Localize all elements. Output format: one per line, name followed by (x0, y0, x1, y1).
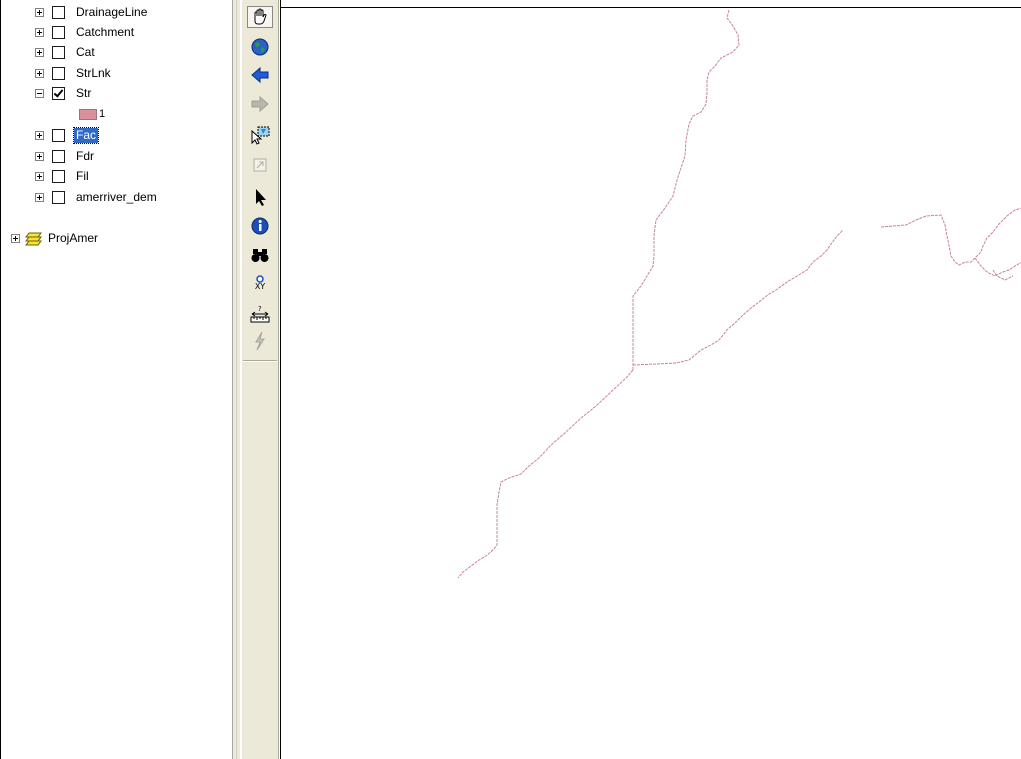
layer-row-drainageline[interactable]: DrainageLine (35, 4, 149, 20)
expand-icon[interactable] (35, 151, 44, 161)
find-icon (251, 249, 269, 262)
select-elements-icon (256, 189, 266, 206)
back-icon (251, 66, 269, 84)
layer-visibility-checkbox[interactable] (52, 66, 65, 80)
layer-label[interactable]: Fil (74, 169, 91, 184)
layer-label[interactable]: Catchment (74, 25, 136, 40)
layer-label[interactable]: Cat (74, 45, 97, 60)
stream-network (457, 9, 1021, 579)
pan-icon (254, 8, 267, 25)
stream-segment (974, 257, 1021, 277)
back-button[interactable] (247, 64, 273, 86)
forward-icon (251, 95, 269, 113)
layer-row-fdr[interactable]: Fdr (35, 148, 96, 164)
identify-button[interactable] (247, 215, 273, 237)
find-button[interactable] (247, 244, 273, 266)
legend-swatch (79, 108, 97, 120)
select-elements-button[interactable] (247, 186, 273, 208)
identify-icon (251, 217, 269, 235)
layer-row-str[interactable]: Str (35, 85, 93, 101)
full-extent-button[interactable] (247, 36, 273, 58)
layer-visibility-checkbox[interactable] (52, 5, 65, 19)
layer-row-fil[interactable]: Fil (35, 168, 91, 184)
stream-segment (632, 229, 844, 366)
stream-segment (457, 369, 634, 579)
full-extent-icon (251, 38, 269, 56)
layer-visibility-checkbox[interactable] (52, 149, 65, 163)
select-features-icon (251, 126, 270, 145)
clear-selection-button (247, 154, 273, 176)
measure-icon: ? (250, 305, 270, 323)
go-to-xy-label: XY (254, 282, 266, 291)
expand-icon[interactable] (11, 233, 20, 243)
layer-visibility-checkbox[interactable] (52, 86, 65, 100)
hyperlink-button (247, 330, 273, 352)
map-canvas[interactable] (281, 0, 1021, 759)
layer-row-amerriver-dem[interactable]: amerriver_dem (35, 189, 159, 205)
layer-row-fac[interactable]: Fac (35, 126, 100, 144)
tools-toolbar: XY ? (241, 0, 279, 759)
expand-icon[interactable] (35, 171, 44, 181)
go-to-xy-button[interactable]: XY (247, 272, 273, 294)
pan-button[interactable] (247, 6, 273, 28)
measure-button[interactable]: ? (247, 303, 273, 325)
select-features-button[interactable] (247, 124, 273, 146)
stream-segment (880, 207, 1021, 266)
legend-label: 1 (99, 108, 106, 120)
layer-visibility-checkbox[interactable] (52, 190, 65, 204)
layer-visibility-checkbox[interactable] (52, 169, 65, 183)
stream-segment (632, 9, 740, 370)
layer-row-catchment[interactable]: Catchment (35, 24, 136, 40)
layer-row-cat[interactable]: Cat (35, 44, 97, 60)
layer-label[interactable]: Fac (72, 126, 100, 144)
expand-icon[interactable] (35, 192, 44, 202)
group-label[interactable]: ProjAmer (48, 231, 98, 245)
collapse-icon[interactable] (35, 88, 44, 98)
group-row-projamer[interactable]: ProjAmer (11, 230, 98, 246)
layer-group-icon (25, 232, 42, 246)
expand-icon[interactable] (35, 130, 44, 140)
layer-visibility-checkbox[interactable] (52, 128, 65, 142)
panel-splitter[interactable] (232, 0, 241, 759)
layer-label[interactable]: StrLnk (74, 66, 113, 81)
table-of-contents: DrainageLine Catchment Cat StrLnk Str 1 … (0, 0, 232, 759)
expand-icon[interactable] (35, 27, 44, 37)
svg-text:?: ? (258, 305, 262, 313)
hyperlink-icon (255, 331, 265, 351)
toolbar-divider (243, 360, 277, 362)
forward-button (247, 93, 273, 115)
layer-label[interactable]: amerriver_dem (74, 190, 159, 205)
layer-label[interactable]: Str (74, 86, 93, 101)
map-display[interactable] (280, 0, 1021, 759)
expand-icon[interactable] (35, 47, 44, 57)
expand-icon[interactable] (35, 7, 44, 17)
layer-label[interactable]: DrainageLine (74, 5, 149, 20)
layer-label[interactable]: Fdr (74, 149, 96, 164)
layer-visibility-checkbox[interactable] (52, 25, 65, 39)
clear-selection-icon (253, 158, 267, 172)
legend-item: 1 (79, 106, 105, 122)
layer-row-strlnk[interactable]: StrLnk (35, 65, 113, 81)
expand-icon[interactable] (35, 68, 44, 78)
layer-visibility-checkbox[interactable] (52, 45, 65, 59)
